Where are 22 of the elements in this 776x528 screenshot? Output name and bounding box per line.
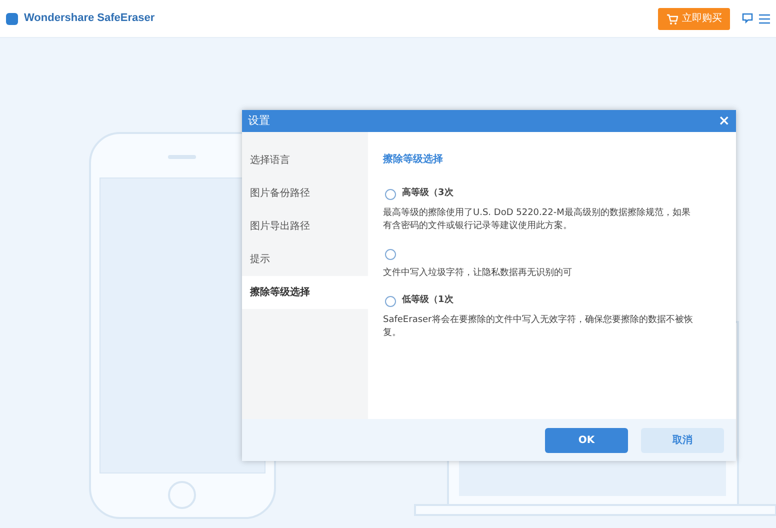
feedback-icon[interactable]: [742, 13, 753, 24]
radio-button[interactable]: [385, 248, 396, 260]
app-title: Wondershare SafeEraser: [24, 11, 155, 26]
option-label: 低等级（1次: [402, 294, 454, 308]
sidebar-item[interactable]: 图片导出路径: [242, 210, 368, 243]
dialog-title: 设置: [248, 112, 270, 129]
ok-button[interactable]: OK: [545, 428, 628, 452]
app-logo-icon: [6, 12, 18, 24]
sidebar-item[interactable]: 提示: [242, 243, 368, 276]
sidebar-item[interactable]: 选择语言: [242, 144, 368, 177]
option-description: 文件中写入垃圾字符，让隐私数据再无识别的可: [383, 267, 573, 280]
cart-icon: [666, 12, 678, 24]
option-label: 高等级（3次: [402, 187, 454, 200]
option-description: SafeEraser将会在要擦除的文件中写入无效字符，确保您要擦除的数据不被恢复。: [383, 314, 693, 340]
radio-button[interactable]: [385, 296, 396, 306]
close-button[interactable]: ×: [718, 114, 730, 128]
option-description: 最高等级的擦除使用了U.S. DoD 5220.22-M最高级别的数据擦除规范，如果有含密码的文件或银行记录等建议使用此方案。: [383, 207, 692, 233]
sidebar-item[interactable]: 擦除等级选择: [242, 276, 368, 309]
radio-button[interactable]: [385, 188, 396, 200]
section-title: 擦除等级选择: [383, 152, 444, 167]
sidebar-item[interactable]: 图片备份路径: [242, 177, 368, 210]
menu-icon[interactable]: [759, 14, 770, 24]
